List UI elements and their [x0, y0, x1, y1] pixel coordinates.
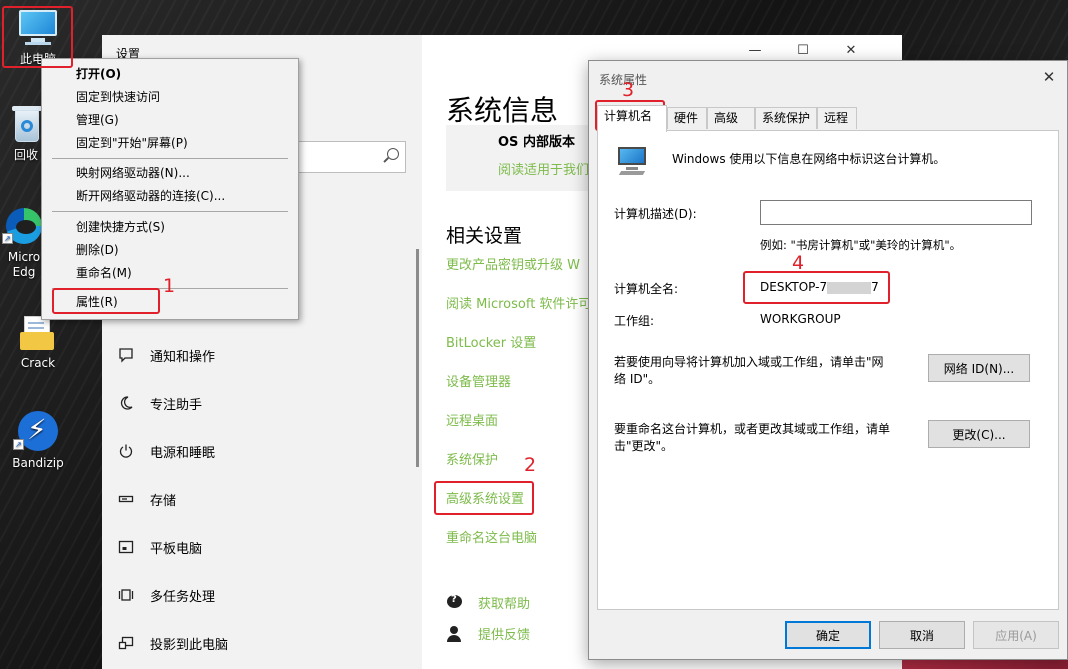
- tab-advanced[interactable]: 高级: [707, 107, 755, 129]
- menu-item-create-shortcut[interactable]: 创建快捷方式(S): [76, 216, 165, 238]
- link-change-product-key[interactable]: 更改产品密钥或升级 W: [446, 254, 580, 273]
- tab-hardware[interactable]: 硬件: [667, 107, 707, 129]
- edge-icon: ↗: [2, 206, 44, 246]
- full-name-start: DESKTOP-7: [760, 280, 828, 294]
- sidebar-item-label: 电源和睡眠: [150, 445, 216, 461]
- tab-remote[interactable]: 远程: [817, 107, 857, 129]
- annotation-number-3: 3: [622, 79, 635, 101]
- menu-item-map-network-drive[interactable]: 映射网络驱动器(N)...: [76, 162, 190, 184]
- menu-item-properties[interactable]: 属性(R): [76, 291, 118, 313]
- feedback-person-icon: [446, 625, 464, 643]
- computer-icon: [17, 8, 59, 48]
- page-title: 系统信息: [446, 94, 559, 127]
- menu-separator: [52, 211, 288, 212]
- sidebar-item-tablet[interactable]: 平板电脑: [116, 533, 416, 561]
- desktop-icon-label: Micro Edg: [7, 250, 41, 279]
- storage-icon: [116, 490, 136, 508]
- menu-item-pin-start[interactable]: 固定到"开始"屏幕(P): [76, 132, 188, 154]
- link-microsoft-license[interactable]: 阅读 Microsoft 软件许可: [446, 293, 591, 312]
- get-help-link[interactable]: ? 获取帮助: [446, 593, 530, 612]
- sidebar-item-label: 专注助手: [150, 397, 203, 413]
- desktop-icon-label: Crack: [20, 356, 56, 370]
- redacted-block: [827, 281, 872, 294]
- full-name-label: 计算机全名:: [614, 282, 679, 296]
- annotation-number-2: 2: [524, 454, 537, 476]
- ok-button[interactable]: 确定: [785, 621, 871, 649]
- computer-name-panel: Windows 使用以下信息在网络中标识这台计算机。 计算机描述(D): 例如:…: [597, 130, 1059, 610]
- sidebar-scrollbar[interactable]: [416, 249, 419, 467]
- sidebar-item-focus-assist[interactable]: 专注助手: [116, 389, 416, 417]
- desktop-icon-crack[interactable]: Crack: [2, 312, 74, 371]
- shortcut-arrow-icon: ↗: [2, 233, 13, 244]
- intro-text: Windows 使用以下信息在网络中标识这台计算机。: [672, 152, 946, 166]
- menu-separator: [52, 158, 288, 159]
- desc-label: 计算机描述(D):: [614, 207, 697, 221]
- link-system-protection[interactable]: 系统保护: [446, 449, 498, 468]
- link-advanced-system-settings[interactable]: 高级系统设置: [446, 488, 524, 507]
- sidebar-item-storage[interactable]: 存储: [116, 485, 416, 513]
- multitask-icon: [116, 586, 136, 604]
- computer-description-input[interactable]: [760, 200, 1032, 225]
- sidebar-item-label: 投影到此电脑: [150, 637, 229, 653]
- menu-item-pin-quick-access[interactable]: 固定到快速访问: [76, 86, 160, 108]
- feedback-link[interactable]: 提供反馈: [446, 624, 530, 643]
- sidebar-item-label: 多任务处理: [150, 589, 216, 605]
- link-rename-pc[interactable]: 重命名这台电脑: [446, 527, 537, 546]
- get-help-label: 获取帮助: [478, 597, 531, 612]
- workgroup-value: WORKGROUP: [760, 312, 841, 326]
- change-button[interactable]: 更改(C)...: [928, 420, 1030, 448]
- feedback-label: 提供反馈: [478, 628, 531, 643]
- system-properties-dialog: 系统属性 ✕ 计算机名 硬件 高级 系统保护 远程 Windows 使用以下信息…: [588, 60, 1068, 660]
- bandizip-icon: ⚡ ↗: [13, 410, 59, 452]
- full-name-end: 7: [871, 280, 879, 294]
- tab-computer-name[interactable]: 计算机名: [597, 105, 667, 132]
- menu-item-open[interactable]: 打开(O): [76, 63, 121, 85]
- sidebar-item-notifications[interactable]: 通知和操作: [116, 341, 416, 369]
- network-id-button[interactable]: 网络 ID(N)...: [928, 354, 1030, 382]
- search-icon: [387, 148, 399, 160]
- menu-item-delete[interactable]: 删除(D): [76, 239, 119, 261]
- moon-icon: [116, 394, 136, 412]
- menu-item-manage[interactable]: 管理(G): [76, 109, 119, 131]
- os-build-link[interactable]: 阅读适用于我们: [498, 159, 589, 178]
- tab-system-protection[interactable]: 系统保护: [755, 107, 817, 129]
- link-device-manager[interactable]: 设备管理器: [446, 371, 511, 390]
- menu-item-disconnect-network-drive[interactable]: 断开网络驱动器的连接(C)...: [76, 185, 225, 207]
- workgroup-label: 工作组:: [614, 314, 655, 328]
- annotation-number-1: 1: [163, 275, 176, 297]
- link-bitlocker[interactable]: BitLocker 设置: [446, 332, 536, 351]
- projector-icon: [116, 634, 136, 652]
- settings-search-input[interactable]: [298, 141, 406, 173]
- help-bubble-icon: ?: [446, 594, 464, 612]
- full-name-value: DESKTOP-7 7: [760, 280, 879, 294]
- close-icon[interactable]: ✕: [1039, 67, 1059, 87]
- apply-button[interactable]: 应用(A): [973, 621, 1059, 649]
- notification-icon: [116, 346, 136, 364]
- sidebar-item-label: 通知和操作: [150, 349, 216, 365]
- sidebar-item-power-sleep[interactable]: 电源和睡眠: [116, 437, 416, 465]
- tab-strip: 计算机名 硬件 高级 系统保护 远程: [597, 105, 1059, 132]
- power-icon: [116, 442, 136, 460]
- sidebar-item-multitasking[interactable]: 多任务处理: [116, 581, 416, 609]
- rename-text: 要重命名这台计算机，或者更改其域或工作组，请单击"更改"。: [614, 422, 891, 453]
- desktop-icon-label: Bandizip: [12, 456, 64, 470]
- sidebar-item-label: 存储: [150, 493, 177, 509]
- sidebar-item-project[interactable]: 投影到此电脑: [116, 629, 416, 657]
- cancel-button[interactable]: 取消: [879, 621, 965, 649]
- computer-icon: [616, 145, 650, 177]
- link-remote-desktop[interactable]: 远程桌面: [446, 410, 498, 429]
- recycle-bin-icon: [9, 104, 43, 144]
- annotation-number-4: 4: [792, 252, 805, 274]
- related-settings-heading: 相关设置: [446, 225, 523, 247]
- sidebar-item-label: 平板电脑: [150, 541, 203, 557]
- desktop-icon-bandizip[interactable]: ⚡ ↗ Bandizip: [2, 410, 74, 471]
- tablet-icon: [116, 538, 136, 556]
- desc-example-text: 例如: "书房计算机"或"美玲的计算机"。: [760, 238, 962, 252]
- menu-item-rename[interactable]: 重命名(M): [76, 262, 132, 284]
- os-build-label: OS 内部版本: [498, 135, 575, 150]
- shortcut-arrow-icon: ↗: [13, 439, 24, 450]
- network-id-text: 若要使用向导将计算机加入域或工作组，请单击"网络 ID"。: [614, 355, 884, 386]
